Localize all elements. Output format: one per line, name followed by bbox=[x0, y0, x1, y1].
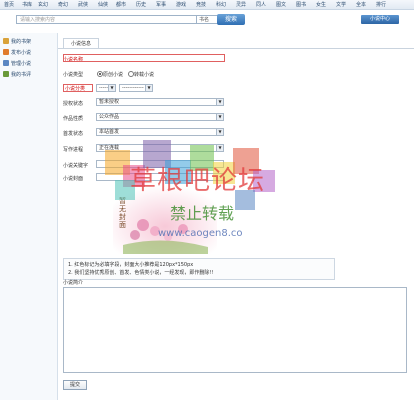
notes-box: 1. 红色标记为必填字段，封面大小推荐是120px*150px 2. 我们坚持优… bbox=[63, 258, 335, 280]
category-select-arrow-icon: ▼ bbox=[108, 85, 115, 91]
nav-item[interactable]: 科幻 bbox=[216, 1, 226, 8]
manage-icon bbox=[3, 60, 9, 66]
intro-label: 小说简介 bbox=[63, 280, 84, 286]
review-icon bbox=[3, 71, 9, 77]
search-category-value: 书名 bbox=[199, 17, 210, 23]
watermark-url: www.caogen8.co bbox=[158, 228, 243, 239]
keywords-label: 小说关键字 bbox=[63, 163, 89, 169]
submit-button[interactable]: 提交 bbox=[63, 380, 87, 390]
sidebar-item-label: 我的书评 bbox=[11, 71, 32, 78]
nav-item[interactable]: 玄幻 bbox=[38, 1, 48, 8]
nav-item[interactable]: 图书 bbox=[296, 1, 306, 8]
auth-select-arrow-icon: ▼ bbox=[216, 99, 223, 105]
top-nav: 首页 书库 玄幻 奇幻 武侠 仙侠 都市 历史 军事 游戏 竞技 科幻 灵异 同人 图文 图书 女生 文学 全本 排行 bbox=[0, 0, 414, 10]
intro-textarea[interactable] bbox=[63, 287, 407, 373]
sidebar-item-label: 管理小说 bbox=[11, 60, 32, 67]
note-line-2: 2. 我们坚持优秀原创、首发、色情类小说，一经发现，即作删除!! bbox=[68, 270, 214, 276]
cover-label: 小说封面 bbox=[63, 176, 84, 182]
nav-item[interactable]: 图文 bbox=[276, 1, 286, 8]
note-line-1: 1. 红色标记为必填字段，封面大小推荐是120px*150px bbox=[68, 262, 194, 268]
subcategory-select[interactable]: ------------ ▼ bbox=[119, 84, 153, 92]
category-select[interactable]: ----- ▼ bbox=[96, 84, 116, 92]
auth-select[interactable]: 暂未授权 ▼ bbox=[96, 98, 224, 106]
nav-item[interactable]: 同人 bbox=[256, 1, 266, 8]
novel-category-label: 小说分类 bbox=[65, 86, 86, 92]
nav-item[interactable]: 奇幻 bbox=[58, 1, 68, 8]
bookshelf-icon bbox=[3, 38, 9, 44]
first-status-label: 首发状态 bbox=[63, 131, 84, 137]
first-status-select[interactable]: 本站首发 ▼ bbox=[96, 128, 224, 136]
sidebar-item[interactable]: 我的书架 bbox=[3, 37, 31, 45]
nav-item[interactable]: 武侠 bbox=[78, 1, 88, 8]
nav-item[interactable]: 排行 bbox=[376, 1, 386, 8]
type-original-label: 原创小说 bbox=[103, 72, 124, 78]
search-button[interactable]: 搜索 bbox=[217, 14, 245, 25]
nav-item[interactable]: 都市 bbox=[116, 1, 126, 8]
nature-select[interactable]: 公众作品 ▼ bbox=[96, 113, 224, 121]
first-status-select-value: 本站首发 bbox=[99, 129, 120, 135]
sidebar-item[interactable]: 管理小说 bbox=[3, 59, 31, 67]
nav-item[interactable]: 仙侠 bbox=[98, 1, 108, 8]
nav-item[interactable]: 灵异 bbox=[236, 1, 246, 8]
sidebar-item-label: 发布小说 bbox=[11, 49, 32, 56]
sidebar-item[interactable]: 我的书评 bbox=[3, 70, 31, 78]
novel-name-input[interactable] bbox=[63, 54, 225, 62]
novel-center-button[interactable]: 小说中心 bbox=[361, 15, 399, 24]
sidebar-item[interactable]: 发布小说 bbox=[3, 48, 31, 56]
subcategory-select-value: ------------ bbox=[122, 85, 144, 91]
nav-item[interactable]: 首页 bbox=[4, 1, 14, 8]
category-select-value: ----- bbox=[99, 85, 109, 91]
nav-item[interactable]: 竞技 bbox=[196, 1, 206, 8]
nature-select-arrow-icon: ▼ bbox=[216, 114, 223, 120]
nav-item[interactable]: 全本 bbox=[356, 1, 366, 8]
sidebar-item-label: 我的书架 bbox=[11, 38, 32, 45]
nav-item[interactable]: 女生 bbox=[316, 1, 326, 8]
nav-item[interactable]: 军事 bbox=[156, 1, 166, 8]
type-repost-label: 转载小说 bbox=[134, 72, 155, 78]
novel-type-label: 小说类型 bbox=[63, 72, 84, 78]
tab-divider bbox=[58, 48, 414, 49]
nature-label: 作品性质 bbox=[63, 116, 84, 122]
publish-icon bbox=[3, 49, 9, 55]
nav-item[interactable]: 游戏 bbox=[176, 1, 186, 8]
auth-select-value: 暂未授权 bbox=[99, 99, 120, 105]
first-status-select-arrow-icon: ▼ bbox=[216, 129, 223, 135]
sidebar: 我的书架发布小说管理小说我的书评 bbox=[0, 33, 58, 400]
nav-item[interactable]: 书库 bbox=[22, 1, 32, 8]
subcategory-select-arrow-icon: ▼ bbox=[145, 85, 152, 91]
nav-item[interactable]: 文学 bbox=[336, 1, 346, 8]
auth-label: 授权状态 bbox=[63, 101, 84, 107]
nature-select-value: 公众作品 bbox=[99, 114, 120, 120]
search-input[interactable]: 请输入搜索内容 bbox=[16, 15, 224, 24]
nav-item[interactable]: 历史 bbox=[136, 1, 146, 8]
progress-label: 写作进程 bbox=[63, 147, 84, 153]
watermark-title: 草根吧论坛 bbox=[130, 166, 266, 196]
watermark-subtitle: 禁止转载 bbox=[170, 204, 235, 223]
